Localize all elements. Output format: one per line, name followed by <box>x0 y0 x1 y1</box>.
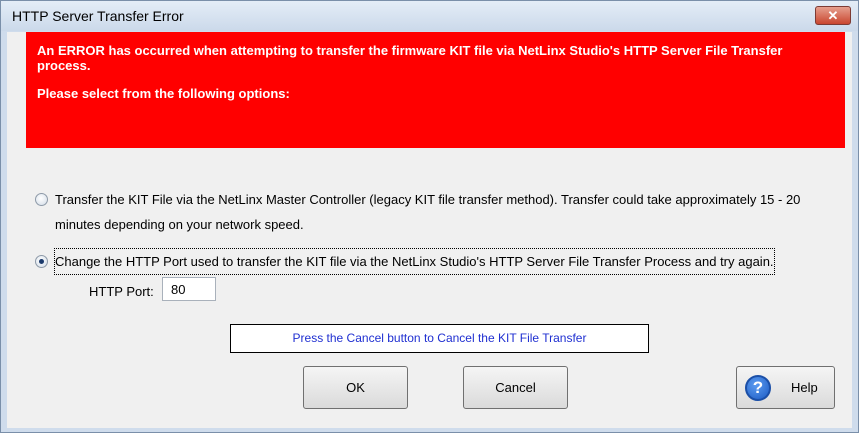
error-message: An ERROR has occurred when attempting to… <box>37 43 783 73</box>
option-change-port-label: Change the HTTP Port used to transfer th… <box>54 248 775 275</box>
dialog-window: HTTP Server Transfer Error ✕ An ERROR ha… <box>0 0 859 433</box>
radio-legacy-transfer[interactable] <box>35 193 48 206</box>
error-banner: An ERROR has occurred when attempting to… <box>26 32 845 148</box>
help-button[interactable]: ? Help <box>736 366 835 409</box>
http-port-label: HTTP Port: <box>89 284 154 299</box>
cancel-button[interactable]: Cancel <box>463 366 568 409</box>
help-icon: ? <box>745 374 771 401</box>
title-bar[interactable]: HTTP Server Transfer Error ✕ <box>1 1 858 31</box>
help-button-label: Help <box>791 380 818 395</box>
option-legacy-line2: minutes depending on your network speed. <box>55 217 304 232</box>
close-button[interactable]: ✕ <box>815 6 851 25</box>
window-title: HTTP Server Transfer Error <box>12 8 184 24</box>
status-message-box: Press the Cancel button to Cancel the KI… <box>230 324 649 353</box>
radio-change-port[interactable] <box>35 255 48 268</box>
ok-button[interactable]: OK <box>303 366 408 409</box>
option-legacy-line1: Transfer the KIT File via the NetLinx Ma… <box>55 192 801 207</box>
close-icon: ✕ <box>827 8 839 23</box>
http-port-input[interactable] <box>162 277 216 301</box>
error-prompt: Please select from the following options… <box>37 86 290 101</box>
